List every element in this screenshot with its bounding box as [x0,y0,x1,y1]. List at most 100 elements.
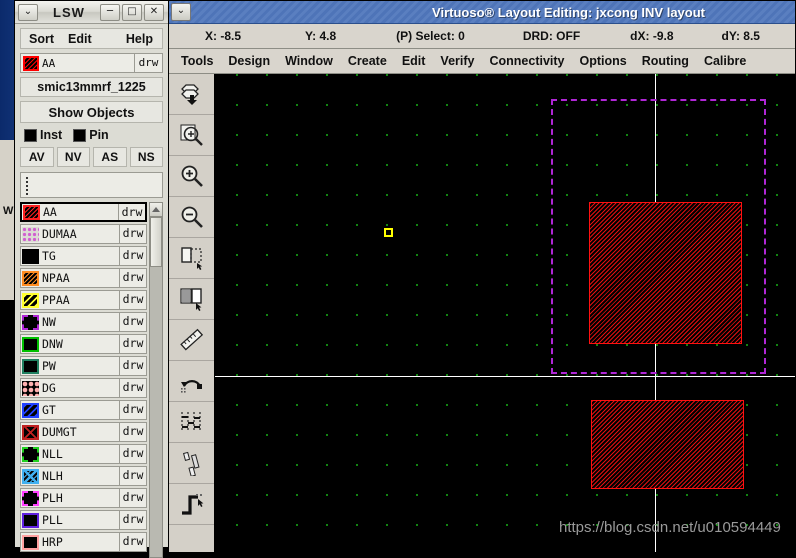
scroll-up-icon[interactable] [150,203,162,217]
zoom-area-icon[interactable] [169,115,214,156]
layer-swatch-pw[interactable] [22,358,39,374]
layer-row-dumaa[interactable]: DUMAA drw [20,224,147,244]
toggle-pin[interactable]: Pin [73,128,109,142]
layer-list-panel[interactable]: AA drw DUMAA drw TG drw NPAA drw PPAA drw NW drw DNW… [20,202,163,558]
lsw-window-controls[interactable]: ─ □ ✕ [99,3,165,21]
tech-library-label: smic13mmrf_1225 [37,80,146,94]
all-visible-button[interactable]: AV [20,147,54,167]
layer-row-ppaa[interactable]: PPAA drw [20,290,147,310]
virtuoso-menubar[interactable]: Tools Design Window Create Edit Verify Connect… [169,49,795,74]
layer-swatch-aa[interactable] [23,204,40,220]
object-toggles[interactable]: Inst Pin [24,128,163,142]
layer-swatch-pll[interactable] [22,512,39,528]
layer-swatch-nlh[interactable] [22,468,39,484]
layer-row-dnw[interactable]: DNW drw [20,334,147,354]
layer-row-nll[interactable]: NLL drw [20,444,147,464]
current-layer-entry[interactable]: AA drw [20,53,163,73]
menu-create[interactable]: Create [348,54,387,68]
layer-swatch-hrp[interactable] [22,534,39,550]
copy-icon[interactable] [169,238,214,279]
lsw-window-menu-button[interactable]: ⌄ [18,3,38,21]
none-selectable-button[interactable]: NS [129,147,163,167]
visibility-buttons[interactable]: AV NV AS NS [20,147,163,167]
shape-aa-rect-lower[interactable] [591,400,744,489]
menu-sort[interactable]: Sort [29,32,54,46]
menu-connectivity[interactable]: Connectivity [489,54,564,68]
shape-aa-rect-upper[interactable] [589,202,742,344]
menu-calibre[interactable]: Calibre [704,54,746,68]
layer-row-nw[interactable]: NW drw [20,312,147,332]
layer-row-gt[interactable]: GT drw [20,400,147,420]
menu-routing[interactable]: Routing [642,54,689,68]
zoom-in-icon[interactable] [169,156,214,197]
virtuoso-window[interactable]: ⌄ Virtuoso® Layout Editing: jxcong INV l… [168,0,796,552]
layer-row-nlh[interactable]: NLH drw [20,466,147,486]
layer-swatch-dumgt[interactable] [22,424,39,440]
menu-verify[interactable]: Verify [440,54,474,68]
none-visible-button[interactable]: NV [56,147,90,167]
layout-canvas[interactable]: https://blog.csdn.net/u010594449 [215,74,795,552]
undo-icon[interactable] [169,361,214,402]
inst-checkbox[interactable] [24,128,37,142]
layer-swatch-dnw[interactable] [22,336,39,352]
layer-row-aa[interactable]: AA drw [20,202,147,222]
layer-purpose-label: drw [119,291,146,309]
show-objects-button[interactable]: Show Objects [20,101,163,123]
layer-name-label: PLL [42,513,63,527]
menu-window[interactable]: Window [285,54,333,68]
menu-edit[interactable]: Edit [68,32,92,46]
tools-icon[interactable] [169,443,214,484]
lsw-menubar[interactable]: Sort Edit Help [20,28,163,49]
layer-row-dg[interactable]: DG drw [20,378,147,398]
status-x: X: -8.5 [205,29,242,43]
hierarchy-icon[interactable] [169,402,214,443]
scrollbar-thumb[interactable] [150,217,162,267]
layer-list[interactable]: AA drw DUMAA drw TG drw NPAA drw PPAA drw NW drw DNW… [20,202,147,558]
lsw-titlebar[interactable]: ⌄ LSW ─ □ ✕ [15,1,168,24]
stretch-icon[interactable] [169,279,214,320]
layer-swatch-tg[interactable] [22,248,39,264]
menu-options[interactable]: Options [580,54,627,68]
layer-swatch-nw[interactable] [22,314,39,330]
layer-row-pll[interactable]: PLL drw [20,510,147,530]
menu-tools[interactable]: Tools [181,54,213,68]
layer-row-plh[interactable]: PLH drw [20,488,147,508]
virtuoso-toolbar[interactable] [169,74,215,552]
layer-filter-input[interactable] [20,172,163,198]
ruler-icon[interactable] [169,320,214,361]
maximize-icon[interactable]: □ [122,3,142,21]
all-selectable-button[interactable]: AS [93,147,127,167]
lsw-window[interactable]: ⌄ LSW ─ □ ✕ Sort Edit Help AA drw smic13… [14,0,169,558]
virtuoso-window-menu-button[interactable]: ⌄ [171,3,191,21]
layer-name-label: TG [42,249,56,263]
layer-row-tg[interactable]: TG drw [20,246,147,266]
layer-swatch-dg[interactable] [22,380,39,396]
layer-swatch-npaa[interactable] [22,270,39,286]
layer-swatch-dumaa[interactable] [22,226,39,242]
layer-row-pw[interactable]: PW drw [20,356,147,376]
menu-edit[interactable]: Edit [402,54,426,68]
toggle-inst[interactable]: Inst [24,128,62,142]
layer-row-dumgt[interactable]: DUMGT drw [20,422,147,442]
layer-row-hrp[interactable]: HRP drw [20,532,147,552]
pin-checkbox[interactable] [73,128,87,142]
layer-swatch-plh[interactable] [22,490,39,506]
zoom-out-icon[interactable] [169,197,214,238]
layer-purpose-label: drw [119,445,146,463]
layer-list-scrollbar[interactable] [149,202,163,558]
virtuoso-titlebar[interactable]: ⌄ Virtuoso® Layout Editing: jxcong INV l… [169,1,795,24]
menu-help[interactable]: Help [126,32,153,46]
layer-swatch-nll[interactable] [22,446,39,462]
layer-name-label: NLL [42,447,63,461]
menu-design[interactable]: Design [228,54,270,68]
path-icon[interactable] [169,484,214,525]
minimize-icon[interactable]: ─ [100,3,120,21]
fit-all-icon[interactable] [169,74,214,115]
close-icon[interactable]: ✕ [144,3,164,21]
layer-name-label: PLH [42,491,63,505]
ns-label: NS [137,150,155,164]
layer-swatch-ppaa[interactable] [22,292,39,308]
layer-purpose-label: drw [119,423,146,441]
layer-row-npaa[interactable]: NPAA drw [20,268,147,288]
layer-swatch-gt[interactable] [22,402,39,418]
